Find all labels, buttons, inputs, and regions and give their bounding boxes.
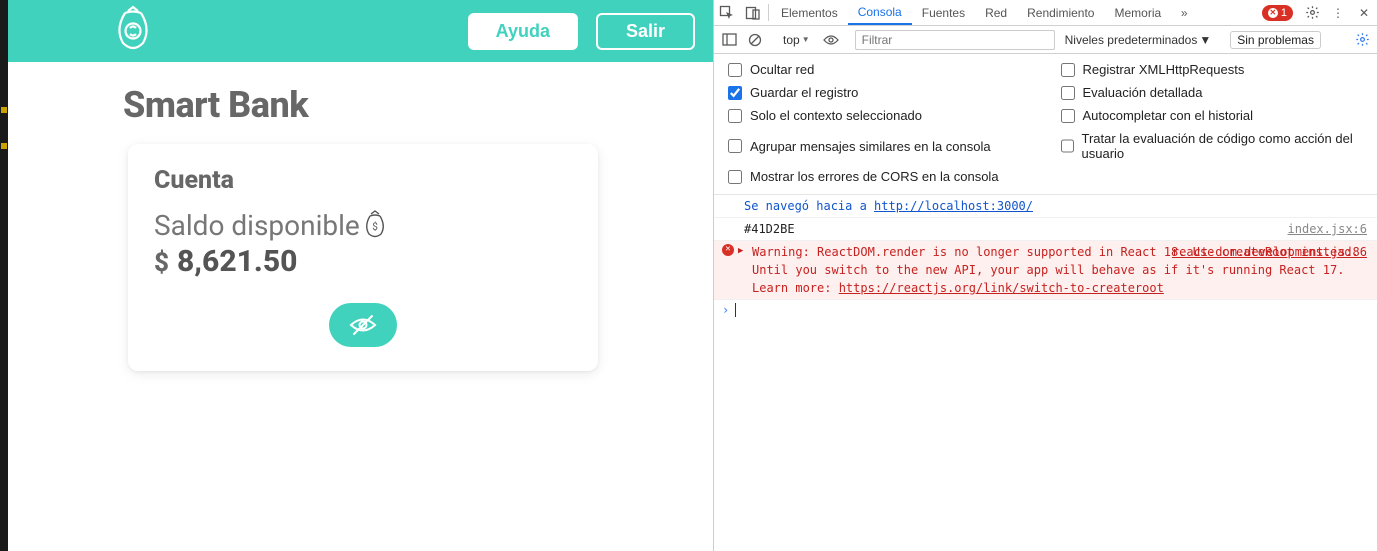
opt-ocultar-red[interactable]: Ocultar red xyxy=(728,62,1031,77)
log-navigation: Se navegó hacia a http://localhost:3000/ xyxy=(714,195,1377,218)
devtools-tabs: Elementos Consola Fuentes Red Rendimient… xyxy=(714,0,1377,26)
kebab-menu-icon[interactable]: ⋮ xyxy=(1325,6,1351,20)
text-cursor xyxy=(735,303,736,317)
gutter-marker xyxy=(1,107,7,113)
console-prompt[interactable]: › xyxy=(714,300,1377,320)
opt-tratar-eval[interactable]: Tratar la evaluación de código como acci… xyxy=(1061,131,1364,161)
opt-autocompletar[interactable]: Autocompletar con el historial xyxy=(1061,108,1364,123)
error-icon: ✕ xyxy=(722,244,734,256)
page-title: Smart Bank xyxy=(123,84,713,126)
app-logo xyxy=(108,5,158,57)
filter-input[interactable] xyxy=(855,30,1055,50)
log-text: #41D2BE xyxy=(744,220,795,238)
console-settings-gear-icon[interactable] xyxy=(1351,29,1373,51)
tab-red[interactable]: Red xyxy=(975,0,1017,25)
eye-off-icon xyxy=(349,314,377,336)
log-entry: #41D2BE index.jsx:6 xyxy=(714,218,1377,241)
currency-symbol: $ xyxy=(154,248,169,278)
tab-fuentes[interactable]: Fuentes xyxy=(912,0,975,25)
expand-icon[interactable]: ▶ xyxy=(738,245,743,259)
device-toggle-icon[interactable] xyxy=(740,0,766,25)
card-heading: Cuenta xyxy=(154,166,572,195)
tab-rendimiento[interactable]: Rendimiento xyxy=(1017,0,1104,25)
chevron-right-icon: › xyxy=(722,303,729,317)
issues-button[interactable]: Sin problemas xyxy=(1230,31,1321,49)
clear-console-icon[interactable] xyxy=(744,29,766,51)
devtools-pane: Elementos Consola Fuentes Red Rendimient… xyxy=(713,0,1377,551)
help-button[interactable]: Ayuda xyxy=(468,13,578,50)
svg-text:$: $ xyxy=(372,220,378,233)
app-header: Ayuda Salir xyxy=(8,0,713,62)
opt-registrar-xhr[interactable]: Registrar XMLHttpRequests xyxy=(1061,62,1364,77)
logout-button[interactable]: Salir xyxy=(596,13,695,50)
gutter-marker xyxy=(1,143,7,149)
settings-gear-icon[interactable] xyxy=(1299,5,1325,20)
opt-agrupar[interactable]: Agrupar mensajes similares en la consola xyxy=(728,131,1031,161)
warning-link[interactable]: https://reactjs.org/link/switch-to-creat… xyxy=(839,281,1164,295)
toggle-visibility-button[interactable] xyxy=(329,303,397,347)
opt-guardar-registro[interactable]: Guardar el registro xyxy=(728,85,1031,100)
log-source-link[interactable]: index.jsx:6 xyxy=(1288,220,1367,238)
more-tabs-icon[interactable]: » xyxy=(1171,0,1197,25)
log-levels-selector[interactable]: Niveles predeterminados▼ xyxy=(1065,33,1212,47)
opt-eval-detallada[interactable]: Evaluación detallada xyxy=(1061,85,1364,100)
opt-mostrar-cors[interactable]: Mostrar los errores de CORS en la consol… xyxy=(728,169,1031,184)
error-count: 1 xyxy=(1281,7,1287,19)
tab-consola[interactable]: Consola xyxy=(848,0,912,25)
log-warning: ✕ ▶ react-dom.development.js:86 Warning:… xyxy=(714,241,1377,300)
tab-memoria[interactable]: Memoria xyxy=(1104,0,1171,25)
editor-gutter xyxy=(0,0,8,551)
close-devtools-icon[interactable]: ✕ xyxy=(1351,6,1377,20)
opt-solo-contexto[interactable]: Solo el contexto seleccionado xyxy=(728,108,1031,123)
account-card: Cuenta Saldo disponible $ $ 8,621.50 xyxy=(128,144,598,371)
context-selector[interactable]: top▼ xyxy=(779,33,814,47)
moneybag-icon: $ xyxy=(362,210,388,242)
nav-url-link[interactable]: http://localhost:3000/ xyxy=(874,199,1033,213)
app-pane: Ayuda Salir Smart Bank Cuenta Saldo disp… xyxy=(8,0,713,551)
console-log-area: Se navegó hacia a http://localhost:3000/… xyxy=(714,195,1377,551)
log-source-link[interactable]: react-dom.development.js:86 xyxy=(1172,243,1367,261)
sidebar-toggle-icon[interactable] xyxy=(718,29,740,51)
live-expression-icon[interactable] xyxy=(820,29,842,51)
balance-label: Saldo disponible xyxy=(154,209,360,242)
balance-value: 8,621.50 xyxy=(177,244,297,279)
console-settings: Ocultar red Registrar XMLHttpRequests Gu… xyxy=(714,54,1377,195)
inspect-icon[interactable] xyxy=(714,0,740,25)
console-toolbar: top▼ Niveles predeterminados▼ Sin proble… xyxy=(714,26,1377,54)
error-count-badge[interactable]: ✕1 xyxy=(1262,5,1293,21)
tab-elementos[interactable]: Elementos xyxy=(771,0,848,25)
